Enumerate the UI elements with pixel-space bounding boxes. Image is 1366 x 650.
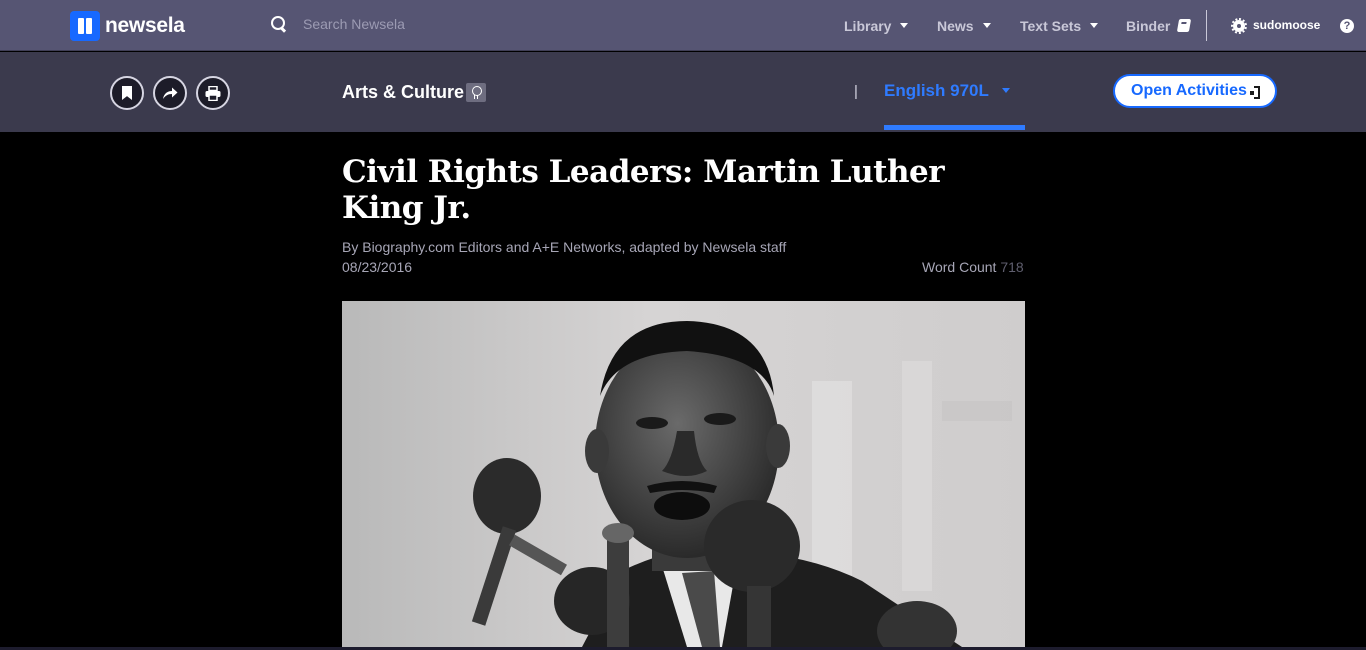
bookmark-button[interactable] bbox=[110, 76, 144, 110]
word-count: Word Count 718 bbox=[922, 259, 1024, 275]
nav-divider bbox=[1206, 10, 1207, 41]
article-byline: By Biography.com Editors and A+E Network… bbox=[342, 239, 787, 255]
print-icon bbox=[205, 86, 221, 101]
nav-text-sets-label: Text Sets bbox=[1020, 17, 1082, 34]
share-icon bbox=[163, 87, 178, 99]
gear-icon[interactable] bbox=[1231, 18, 1247, 34]
article-title: Civil Rights Leaders: Martin Luther King… bbox=[342, 154, 945, 226]
language-level-tab[interactable]: English 970L bbox=[884, 52, 1025, 132]
chevron-down-icon bbox=[1090, 23, 1099, 28]
share-button[interactable] bbox=[153, 76, 187, 110]
article-toolbar: Arts & Culture | English 970L Open Activ… bbox=[0, 52, 1366, 132]
search-input[interactable] bbox=[303, 15, 603, 32]
logo-text: newsela bbox=[105, 14, 185, 37]
open-activities-button[interactable]: Open Activities bbox=[1113, 74, 1277, 108]
search-bar bbox=[270, 15, 603, 32]
nav-binder[interactable]: Binder bbox=[1126, 0, 1192, 51]
nav-news-label: News bbox=[937, 17, 974, 34]
newsela-logo[interactable]: newsela bbox=[70, 11, 185, 41]
top-navbar: newsela Library News Text Sets Binder su… bbox=[0, 0, 1366, 51]
search-icon[interactable] bbox=[270, 15, 287, 32]
word-count-label: Word Count bbox=[922, 259, 997, 275]
active-tab-indicator bbox=[884, 125, 1025, 130]
word-count-value: 718 bbox=[1000, 259, 1024, 275]
chevron-down-icon bbox=[1002, 88, 1010, 93]
binder-book-icon bbox=[1177, 19, 1192, 32]
nav-library[interactable]: Library bbox=[844, 0, 909, 51]
article-hero-image bbox=[342, 301, 1025, 647]
chevron-down-icon bbox=[900, 23, 909, 28]
article-date: 08/23/2016 bbox=[342, 259, 413, 275]
panel-open-icon bbox=[1250, 86, 1260, 99]
bookmark-icon bbox=[122, 86, 132, 100]
lightbulb-icon[interactable] bbox=[466, 83, 486, 102]
print-button[interactable] bbox=[196, 76, 230, 110]
speaker-photo bbox=[342, 301, 1025, 647]
nav-library-label: Library bbox=[844, 17, 892, 34]
nav-binder-label: Binder bbox=[1126, 17, 1171, 34]
nav-text-sets[interactable]: Text Sets bbox=[1020, 0, 1099, 51]
user-menu[interactable]: sudomoose bbox=[1253, 18, 1320, 32]
open-activities-label: Open Activities bbox=[1131, 82, 1247, 99]
section-label[interactable]: Arts & Culture bbox=[342, 82, 464, 103]
chevron-down-icon bbox=[982, 23, 991, 28]
nav-news[interactable]: News bbox=[937, 0, 991, 51]
language-level-label: English 970L bbox=[884, 81, 989, 100]
toolbar-separator: | bbox=[854, 83, 858, 100]
newsela-logo-icon bbox=[70, 11, 100, 41]
help-icon[interactable]: ? bbox=[1340, 19, 1354, 33]
